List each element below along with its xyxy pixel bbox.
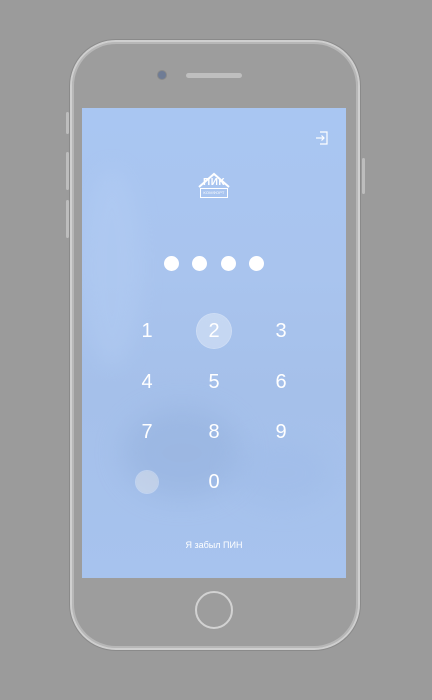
pin-dot bbox=[192, 256, 208, 271]
pin-dot bbox=[164, 256, 179, 271]
logout-icon[interactable] bbox=[314, 130, 330, 146]
key-7[interactable]: 7 bbox=[130, 415, 164, 449]
key-0[interactable]: 0 bbox=[197, 465, 231, 499]
earpiece-speaker bbox=[186, 73, 242, 78]
volume-down-button bbox=[66, 200, 69, 238]
key-4[interactable]: 4 bbox=[130, 365, 164, 399]
pin-keypad: 1 2 3 4 5 6 7 8 9 0 bbox=[130, 314, 298, 514]
pin-dot bbox=[248, 256, 264, 271]
touch-id-button[interactable] bbox=[130, 465, 164, 499]
device-stage: ПИК КОМФОРТ 1 2 3 4 5 6 7 8 9 0 Я забыл … bbox=[0, 0, 432, 700]
key-1[interactable]: 1 bbox=[130, 314, 164, 348]
fingerprint-icon bbox=[136, 471, 158, 493]
pin-indicator bbox=[164, 256, 264, 272]
key-6[interactable]: 6 bbox=[264, 365, 298, 399]
forgot-pin-link[interactable]: Я забыл ПИН bbox=[82, 540, 346, 550]
key-9[interactable]: 9 bbox=[264, 415, 298, 449]
app-logo: ПИК КОМФОРТ bbox=[198, 172, 230, 206]
power-button bbox=[362, 158, 365, 194]
front-camera bbox=[158, 71, 166, 79]
volume-up-button bbox=[66, 152, 69, 190]
logo-brand-text: ПИК bbox=[203, 177, 225, 188]
key-3[interactable]: 3 bbox=[264, 314, 298, 348]
logo-subtitle-text: КОМФОРТ bbox=[203, 190, 225, 195]
home-button[interactable] bbox=[195, 591, 233, 629]
pin-dot bbox=[220, 256, 236, 271]
key-8[interactable]: 8 bbox=[197, 415, 231, 449]
pin-lock-screen: ПИК КОМФОРТ 1 2 3 4 5 6 7 8 9 0 Я забыл … bbox=[82, 108, 346, 578]
key-5[interactable]: 5 bbox=[197, 365, 231, 399]
key-2[interactable]: 2 bbox=[197, 314, 231, 348]
mute-switch bbox=[66, 112, 69, 134]
